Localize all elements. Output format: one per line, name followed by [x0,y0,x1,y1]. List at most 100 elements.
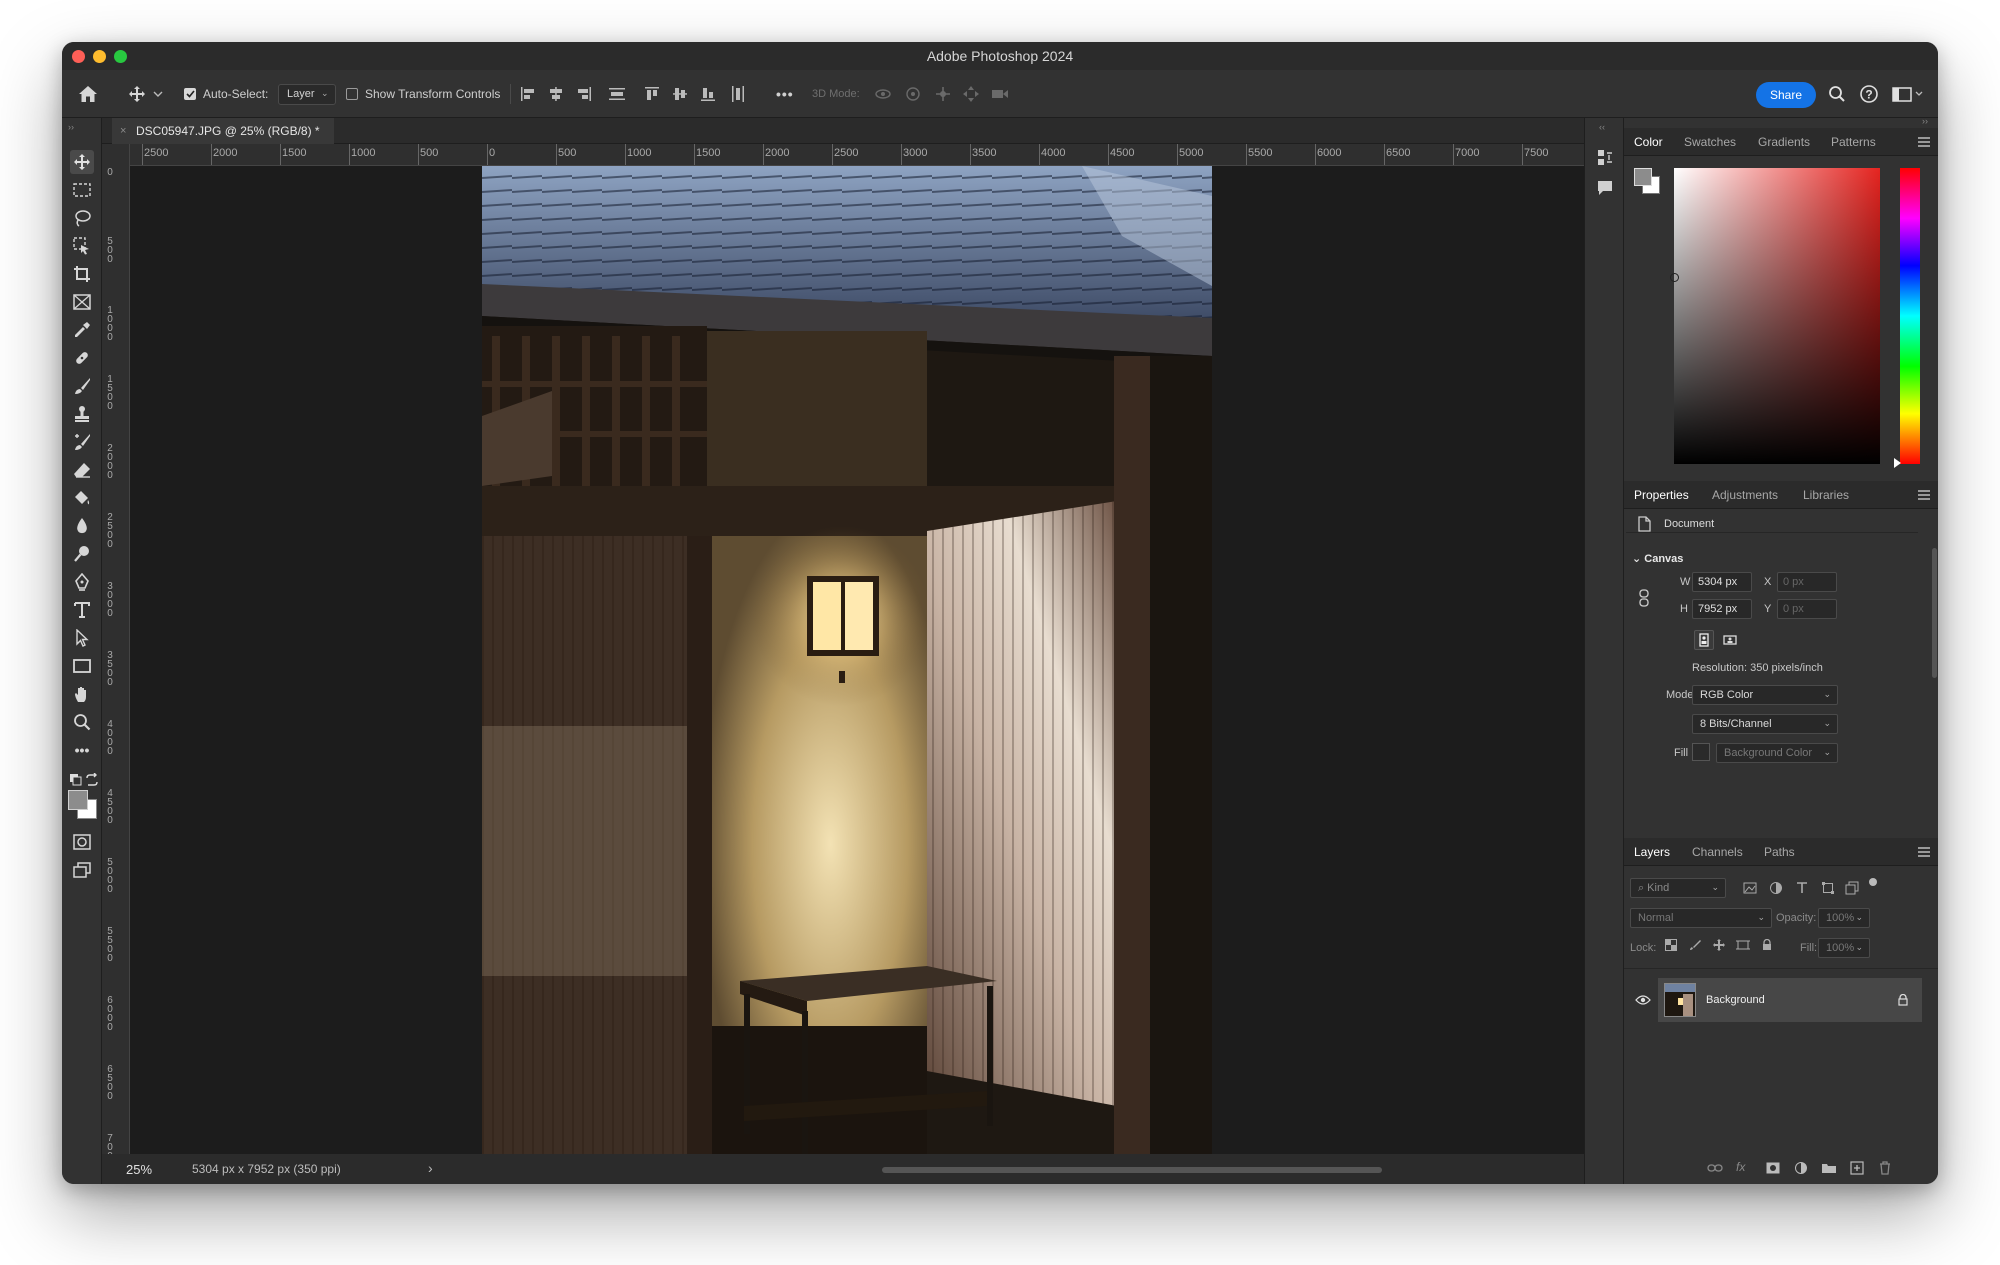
layer-row[interactable]: Background [1658,978,1922,1022]
new-group-folder-icon[interactable] [1820,1160,1838,1176]
layer-visibility-eye-icon[interactable] [1634,992,1652,1008]
edit-toolbar-icon[interactable]: ••• [70,738,94,762]
panel-menu-icon[interactable] [1918,490,1930,502]
filter-toggle-switch[interactable] [1869,878,1877,886]
dodge-tool-icon[interactable] [70,542,94,566]
new-layer-icon[interactable] [1848,1160,1866,1176]
vertical-ruler[interactable]: 0 5 0 0 1 0 0 0 1 5 0 0 2 0 0 0 2 5 0 0 3 0 0 … [102,144,130,1154]
tab-adjustments[interactable]: Adjustments [1712,481,1778,509]
rectangular-marquee-tool-icon[interactable] [70,178,94,202]
collapse-to-icons-icon[interactable]: ›› [1922,116,1928,126]
align-top-edges-icon[interactable] [644,70,660,118]
lock-artboard-icon[interactable] [1736,938,1750,952]
foreground-color-swatch[interactable] [68,790,88,810]
tab-gradients[interactable]: Gradients [1758,128,1810,156]
hue-slider-handle[interactable] [1894,458,1901,468]
more-options-button[interactable]: ••• [776,70,794,118]
pen-tool-icon[interactable] [70,570,94,594]
panel-foreground-swatch[interactable] [1634,168,1652,186]
show-transform-controls-checkbox[interactable]: Show Transform Controls [346,70,500,118]
workspace-icon[interactable] [1892,70,1924,118]
help-icon[interactable]: ? [1859,70,1879,118]
horizontal-scrollbar[interactable] [882,1167,1382,1173]
delete-layer-trash-icon[interactable] [1876,1160,1894,1176]
align-right-edges-icon[interactable] [576,70,592,118]
filter-shape-layers-icon[interactable] [1820,880,1836,896]
tab-channels[interactable]: Channels [1692,838,1743,866]
history-panel-icon[interactable] [1595,148,1615,168]
align-horizontal-centers-icon[interactable] [548,70,564,118]
collapse-toolbar-icon[interactable]: ›› [68,122,74,132]
hand-tool-icon[interactable] [70,682,94,706]
opacity-field[interactable]: 100% ⌄ [1818,908,1870,928]
swap-colors-icon[interactable] [80,768,104,792]
tab-paths[interactable]: Paths [1764,838,1795,866]
lock-image-pixels-icon[interactable] [1688,938,1702,952]
auto-select-checkbox[interactable]: Auto-Select: [184,70,268,118]
zoom-level[interactable]: 25% [126,1162,152,1177]
link-dimensions-icon[interactable] [1636,588,1652,608]
link-layers-icon[interactable] [1706,1160,1724,1176]
filter-type-layers-icon[interactable] [1794,880,1810,896]
lasso-tool-icon[interactable] [70,206,94,230]
add-mask-icon[interactable] [1764,1160,1782,1176]
status-menu-arrow[interactable]: › [428,1160,433,1176]
tab-libraries[interactable]: Libraries [1803,481,1849,509]
blend-mode-dropdown[interactable]: Normal ⌄ [1630,908,1772,928]
type-tool-icon[interactable] [70,598,94,622]
canvas-y-field[interactable]: 0 px [1777,599,1837,619]
lock-transparent-pixels-icon[interactable] [1664,938,1678,952]
tab-color[interactable]: Color [1634,128,1663,156]
tab-swatches[interactable]: Swatches [1684,128,1736,156]
lock-position-icon[interactable] [1712,938,1726,952]
distribute-horizontal-icon[interactable] [730,70,746,118]
tab-patterns[interactable]: Patterns [1831,128,1876,156]
canvas-height-field[interactable]: 7952 px [1692,599,1752,619]
layer-style-fx-button[interactable]: fx [1736,1160,1745,1174]
home-icon[interactable] [78,70,98,118]
align-left-edges-icon[interactable] [520,70,536,118]
paint-bucket-tool-icon[interactable] [70,486,94,510]
rectangle-tool-icon[interactable] [70,654,94,678]
auto-select-target-dropdown[interactable]: Layer ⌄ [278,83,336,105]
fill-opacity-field[interactable]: 100% ⌄ [1818,938,1870,958]
screen-mode-icon[interactable] [70,858,94,882]
clone-stamp-tool-icon[interactable] [70,402,94,426]
canvas-width-field[interactable]: 5304 px [1692,572,1752,592]
document-image[interactable] [482,166,1212,1154]
layer-name[interactable]: Background [1706,994,1765,1006]
horizontal-ruler[interactable]: 2500 2000 1500 1000 500 0 500 1000 1500 2000 2500 3… [130,144,1624,166]
path-selection-tool-icon[interactable] [70,626,94,650]
properties-scrollbar[interactable] [1932,548,1937,678]
brush-tool-icon[interactable] [70,374,94,398]
comments-panel-icon[interactable] [1595,178,1615,198]
move-tool-preset-icon[interactable] [128,70,164,118]
blur-tool-icon[interactable] [70,514,94,538]
filter-pixel-layers-icon[interactable] [1742,880,1758,896]
distribute-vertical-icon[interactable] [608,70,626,118]
portrait-orientation-icon[interactable] [1694,630,1714,650]
hue-slider[interactable] [1900,168,1920,464]
filter-adjustment-layers-icon[interactable] [1768,880,1784,896]
collapse-panels-icon[interactable]: ‹‹ [1599,122,1605,132]
color-picker-cursor[interactable] [1670,273,1679,282]
fill-dropdown[interactable]: Background Color ⌄ [1716,743,1838,763]
crop-tool-icon[interactable] [70,262,94,286]
eraser-tool-icon[interactable] [70,458,94,482]
align-bottom-edges-icon[interactable] [700,70,716,118]
color-mode-dropdown[interactable]: RGB Color ⌄ [1692,685,1838,705]
share-button[interactable]: Share [1756,82,1816,108]
frame-tool-icon[interactable] [70,290,94,314]
canvas-x-field[interactable]: 0 px [1777,572,1837,592]
layer-filter-kind-dropdown[interactable]: ⌕ Kind ⌄ [1630,878,1726,898]
align-vertical-centers-icon[interactable] [672,70,688,118]
new-adjustment-layer-icon[interactable] [1792,1160,1810,1176]
tab-layers[interactable]: Layers [1634,838,1670,866]
lock-all-icon[interactable] [1760,938,1774,952]
search-icon[interactable] [1828,70,1846,118]
eyedropper-tool-icon[interactable] [70,318,94,342]
canvas-area[interactable] [130,166,1624,1154]
landscape-orientation-icon[interactable] [1720,630,1740,650]
document-tab[interactable]: × DSC05947.JPG @ 25% (RGB/8) * [112,118,334,144]
saturation-brightness-field[interactable] [1674,168,1880,464]
